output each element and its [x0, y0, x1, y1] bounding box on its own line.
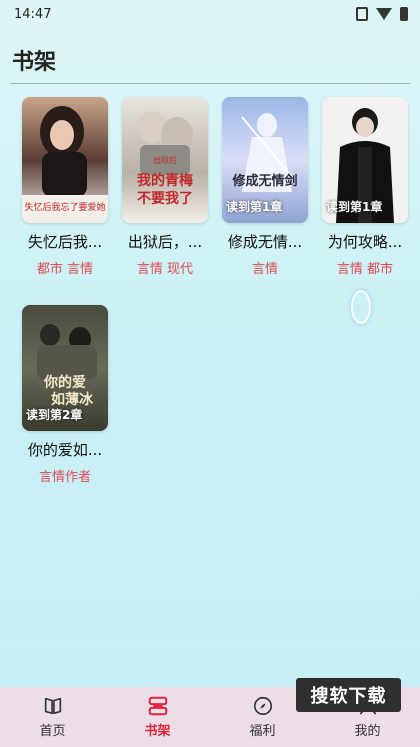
reading-progress: 读到第1章 [326, 200, 383, 214]
book-tags: 言情作者 [38, 470, 91, 485]
book-tags: 言情 现代 [136, 262, 194, 277]
nav-label: 首页 [39, 724, 66, 739]
book-title: 失忆后我... [27, 233, 103, 251]
title-divider [10, 83, 410, 84]
book-cover[interactable]: 失忆后我忘了要爱她 [22, 97, 108, 223]
book-icon [44, 697, 61, 715]
book-cover-art: 出狱后 我的青梅 不要我了 [122, 97, 208, 223]
nav-bookshelf[interactable]: 书架 [105, 695, 210, 739]
reading-progress: 读到第1章 [226, 200, 283, 214]
svg-text:我的青梅: 我的青梅 [137, 172, 193, 189]
book-cover-art: 失忆后我忘了要爱她 [22, 97, 108, 223]
vibrate-icon [356, 7, 368, 21]
book-item[interactable]: 出狱后 我的青梅 不要我了 出狱后，... 言情 现代 [122, 97, 208, 277]
svg-text:不要我了: 不要我了 [137, 191, 193, 207]
battery-icon [400, 7, 408, 21]
book-cover[interactable]: 你的爱 如薄冰 读到第2章 [22, 305, 108, 431]
svg-text:修成无情剑: 修成无情剑 [231, 173, 297, 189]
reading-progress: 读到第2章 [26, 408, 83, 422]
nav-label: 福利 [249, 724, 276, 739]
book-tags: 都市 言情 [36, 262, 94, 277]
book-item[interactable]: 失忆后我忘了要爱她 失忆后我... 都市 言情 [22, 97, 108, 277]
book-cover[interactable]: 出狱后 我的青梅 不要我了 [122, 97, 208, 223]
book-title: 出狱后，... [127, 233, 203, 251]
book-tags: 言情 [251, 262, 278, 277]
status-bar: 14:47 [0, 0, 420, 28]
floating-bubble-icon[interactable] [351, 290, 371, 324]
status-icons [356, 7, 408, 21]
book-cover[interactable]: 读到第1章 [322, 97, 408, 223]
nav-home[interactable]: 首页 [0, 695, 105, 739]
compass-icon [253, 696, 272, 716]
nav-label: 书架 [144, 724, 171, 739]
svg-text:失忆后我忘了要爱她: 失忆后我忘了要爱她 [24, 201, 105, 213]
book-title: 修成无情... [227, 233, 303, 251]
book-item[interactable]: 读到第1章 为何攻略... 言情 都市 [322, 97, 408, 277]
watermark-logo: 搜软下载 [296, 678, 401, 712]
bookshelf-icon [148, 696, 167, 716]
book-tags: 言情 都市 [336, 262, 394, 277]
nav-label: 我的 [354, 724, 381, 739]
svg-text:你的爱: 你的爱 [43, 374, 86, 391]
book-item[interactable]: 修成无情剑 读到第1章 修成无情... 言情 [222, 97, 308, 277]
svg-text:出狱后: 出狱后 [153, 155, 177, 165]
page-title: 书架 [12, 50, 57, 75]
book-item[interactable]: 你的爱 如薄冰 读到第2章 你的爱如... 言情作者 [22, 305, 108, 485]
book-cover[interactable]: 修成无情剑 读到第1章 [222, 97, 308, 223]
wifi-icon [376, 8, 392, 20]
book-title: 为何攻略... [327, 233, 403, 251]
book-title: 你的爱如... [27, 441, 103, 459]
status-time: 14:47 [14, 6, 52, 22]
